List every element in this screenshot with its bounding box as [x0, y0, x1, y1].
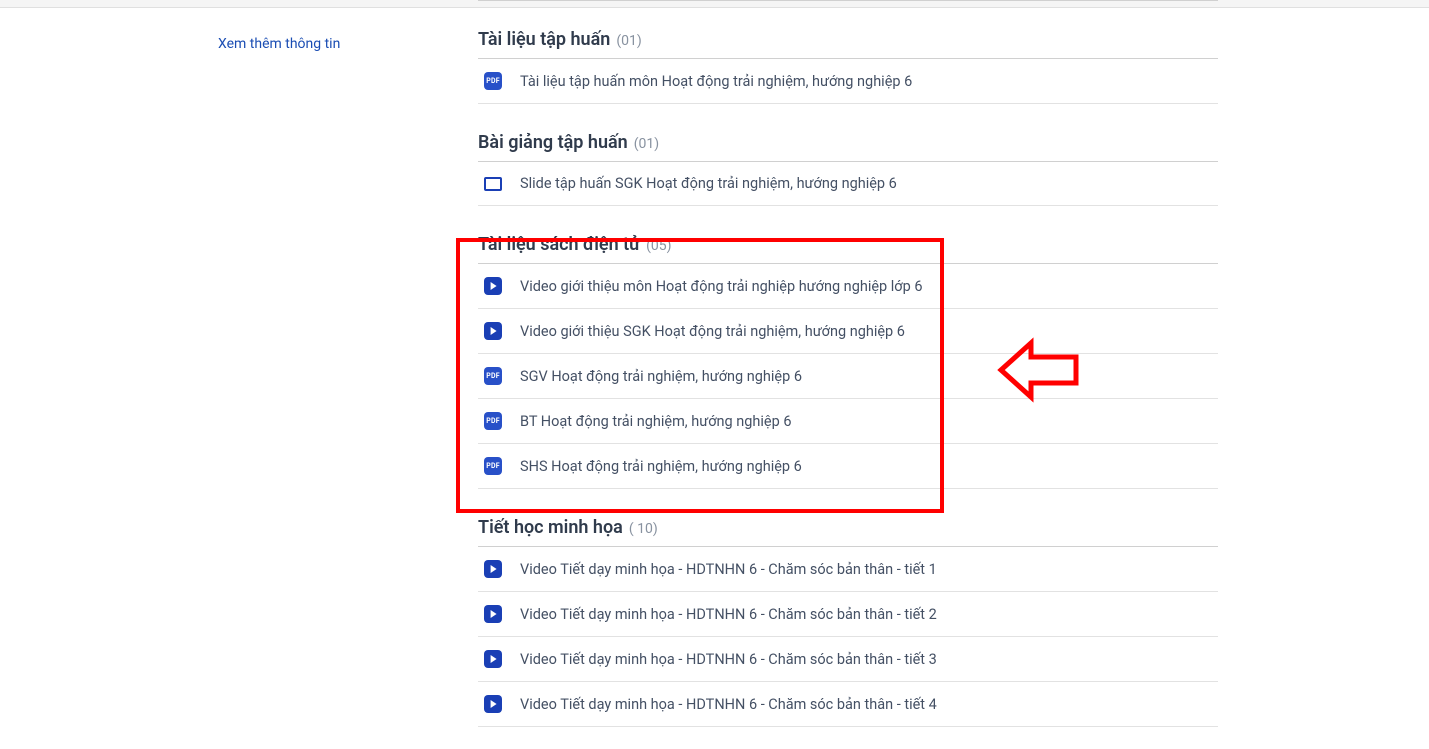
section-count: (01)	[616, 33, 641, 49]
video-icon	[484, 322, 502, 340]
section-title: Tiết học minh họa	[478, 517, 623, 538]
section-title: Tài liệu tập huấn	[478, 29, 610, 50]
list-item[interactable]: Video Tiết dạy minh họa - HDTNHN 6 - Chă…	[478, 682, 1218, 727]
item-label: Tài liệu tập huấn môn Hoạt động trải ngh…	[520, 73, 912, 90]
section-header: Tài liệu tập huấn (01)	[478, 19, 1218, 59]
pdf-icon: PDF	[484, 412, 502, 430]
pdf-icon: PDF	[484, 367, 502, 385]
item-label: SGV Hoạt động trải nghiệm, hướng nghiệp …	[520, 368, 802, 385]
video-icon	[484, 695, 502, 713]
video-icon	[484, 560, 502, 578]
video-icon	[484, 605, 502, 623]
prev-section-header-cutoff	[478, 0, 1218, 1]
section-tai-lieu-sach-dien-tu: Tài liệu sách điện tử (05) Video giới th…	[478, 224, 1218, 489]
section-count: (05)	[646, 238, 671, 254]
section-tai-lieu-tap-huan: Tài liệu tập huấn (01) PDF Tài liệu tập …	[478, 19, 1218, 104]
item-label: Video Tiết dạy minh họa - HDTNHN 6 - Chă…	[520, 696, 937, 713]
pdf-icon: PDF	[484, 72, 502, 90]
item-label: Video Tiết dạy minh họa - HDTNHN 6 - Chă…	[520, 606, 937, 623]
section-tiet-hoc-minh-hoa: Tiết học minh họa ( 10) Video Tiết dạy m…	[478, 507, 1218, 727]
list-item[interactable]: Video giới thiệu SGK Hoạt động trải nghi…	[478, 309, 1218, 354]
section-count: ( 10)	[629, 521, 658, 537]
section-title: Bài giảng tập huấn	[478, 132, 628, 153]
list-item[interactable]: Slide tập huấn SGK Hoạt động trải nghiệm…	[478, 162, 1218, 206]
video-icon	[484, 650, 502, 668]
list-item[interactable]: PDF BT Hoạt động trải nghiệm, hướng nghi…	[478, 399, 1218, 444]
section-header: Tiết học minh họa ( 10)	[478, 507, 1218, 547]
list-item[interactable]: PDF Tài liệu tập huấn môn Hoạt động trải…	[478, 59, 1218, 104]
section-title: Tài liệu sách điện tử	[478, 234, 640, 255]
item-label: Video giới thiệu môn Hoạt động trải nghi…	[520, 278, 922, 295]
main-content: Tài liệu tập huấn (01) PDF Tài liệu tập …	[478, 0, 1218, 727]
video-icon	[484, 277, 502, 295]
list-item[interactable]: PDF SGV Hoạt động trải nghiệm, hướng ngh…	[478, 354, 1218, 399]
item-label: Video giới thiệu SGK Hoạt động trải nghi…	[520, 323, 905, 340]
item-label: Video Tiết dạy minh họa - HDTNHN 6 - Chă…	[520, 561, 937, 578]
section-bai-giang-tap-huan: Bài giảng tập huấn (01) Slide tập huấn S…	[478, 122, 1218, 206]
section-count: (01)	[634, 136, 659, 152]
list-item[interactable]: Video Tiết dạy minh họa - HDTNHN 6 - Chă…	[478, 637, 1218, 682]
list-item[interactable]: Video Tiết dạy minh họa - HDTNHN 6 - Chă…	[478, 547, 1218, 592]
list-item[interactable]: PDF SHS Hoạt động trải nghiệm, hướng ngh…	[478, 444, 1218, 489]
item-label: BT Hoạt động trải nghiệm, hướng nghiệp 6	[520, 413, 791, 430]
item-label: Video Tiết dạy minh họa - HDTNHN 6 - Chă…	[520, 651, 937, 668]
list-item[interactable]: Video giới thiệu môn Hoạt động trải nghi…	[478, 264, 1218, 309]
pdf-icon: PDF	[484, 457, 502, 475]
section-header: Tài liệu sách điện tử (05)	[478, 224, 1218, 264]
list-item[interactable]: Video Tiết dạy minh họa - HDTNHN 6 - Chă…	[478, 592, 1218, 637]
section-header: Bài giảng tập huấn (01)	[478, 122, 1218, 162]
more-info-link[interactable]: Xem thêm thông tin	[218, 36, 340, 52]
item-label: SHS Hoạt động trải nghiệm, hướng nghiệp …	[520, 458, 802, 475]
item-label: Slide tập huấn SGK Hoạt động trải nghiệm…	[520, 175, 897, 192]
slide-icon	[484, 177, 502, 191]
